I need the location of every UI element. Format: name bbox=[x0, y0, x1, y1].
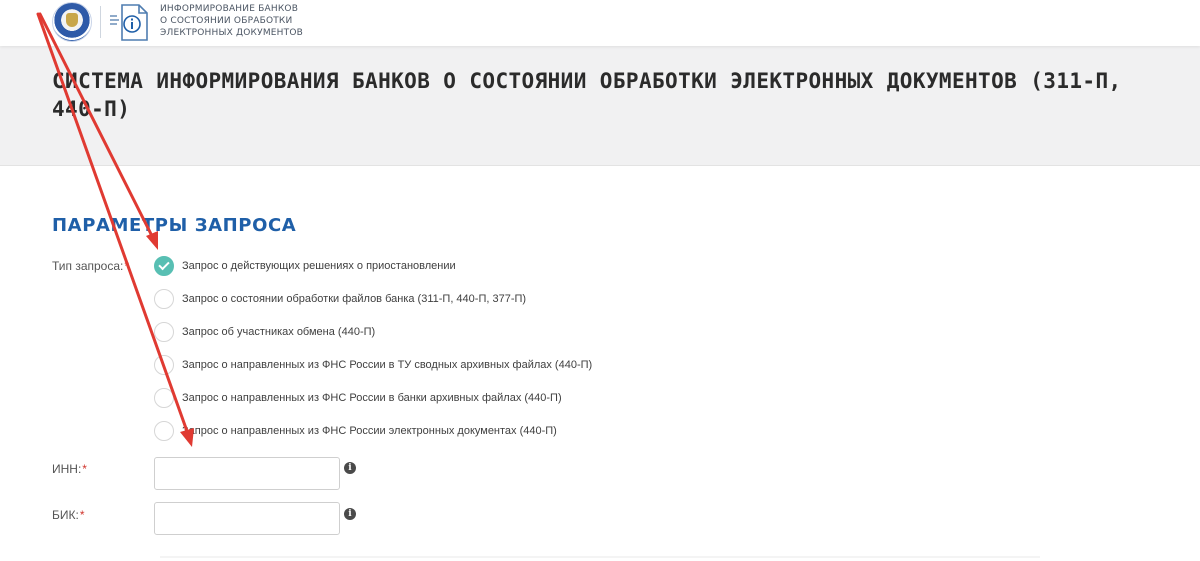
document-info-icon bbox=[110, 4, 148, 41]
radio-checked[interactable] bbox=[154, 256, 174, 276]
request-type-option-label: Запрос о состоянии обработки файлов банк… bbox=[182, 293, 527, 305]
inn-label: ИНН:* bbox=[52, 462, 87, 476]
required-marker: * bbox=[124, 259, 130, 273]
info-icon[interactable]: i bbox=[344, 508, 356, 520]
radio-unchecked[interactable] bbox=[154, 388, 174, 408]
request-type-option-label: Запрос о направленных из ФНС России в ба… bbox=[182, 392, 562, 404]
check-icon bbox=[158, 258, 170, 271]
logo-text: ИНФОРМИРОВАНИЕ БАНКОВ О СОСТОЯНИИ ОБРАБО… bbox=[160, 3, 303, 39]
section-title: ПАРАМЕТРЫ ЗАПРОСА bbox=[52, 215, 297, 236]
request-type-option-label: Запрос о направленных из ФНС России в ТУ… bbox=[182, 359, 593, 371]
required-marker: * bbox=[79, 508, 85, 522]
request-type-option[interactable]: Запрос о состоянии обработки файлов банк… bbox=[154, 289, 526, 309]
eagle-icon bbox=[66, 13, 78, 27]
request-type-option[interactable]: Запрос о направленных из ФНС России элек… bbox=[154, 421, 557, 441]
logo-line: О СОСТОЯНИИ ОБРАБОТКИ bbox=[160, 16, 293, 26]
page-title: СИСТЕМА ИНФОРМИРОВАНИЯ БАНКОВ О СОСТОЯНИ… bbox=[52, 69, 1122, 121]
request-type-label: Тип запроса:* bbox=[52, 259, 129, 273]
radio-unchecked[interactable] bbox=[154, 289, 174, 309]
required-marker: * bbox=[82, 462, 87, 476]
logo-line: ЭЛЕКТРОННЫХ ДОКУМЕНТОВ bbox=[160, 28, 304, 38]
request-type-option-label: Запрос об участниках обмена (440-П) bbox=[182, 326, 376, 338]
request-type-option[interactable]: Запрос о направленных из ФНС России в ба… bbox=[154, 388, 562, 408]
inn-input[interactable] bbox=[154, 457, 340, 490]
radio-unchecked[interactable] bbox=[154, 355, 174, 375]
logo-line: ИНФОРМИРОВАНИЕ БАНКОВ bbox=[160, 4, 299, 14]
divider bbox=[160, 556, 1040, 558]
request-type-option[interactable]: Запрос о действующих решениях о приостан… bbox=[154, 256, 456, 276]
info-icon[interactable]: i bbox=[344, 462, 356, 474]
request-type-label-text: Тип запроса: bbox=[52, 259, 124, 273]
inn-label-text: ИНН: bbox=[52, 462, 82, 476]
request-type-option-label: Запрос о действующих решениях о приостан… bbox=[182, 260, 456, 272]
request-type-option-label: Запрос о направленных из ФНС России элек… bbox=[182, 425, 557, 437]
site-header: ИНФОРМИРОВАНИЕ БАНКОВ О СОСТОЯНИИ ОБРАБО… bbox=[0, 0, 1200, 46]
request-type-option[interactable]: Запрос о направленных из ФНС России в ТУ… bbox=[154, 355, 592, 375]
bik-input[interactable] bbox=[154, 502, 340, 535]
logo-divider bbox=[100, 6, 101, 38]
request-type-option[interactable]: Запрос об участниках обмена (440-П) bbox=[154, 322, 375, 342]
bik-label: БИК:* bbox=[52, 508, 85, 522]
radio-unchecked[interactable] bbox=[154, 421, 174, 441]
radio-unchecked[interactable] bbox=[154, 322, 174, 342]
bik-label-text: БИК: bbox=[52, 508, 79, 522]
